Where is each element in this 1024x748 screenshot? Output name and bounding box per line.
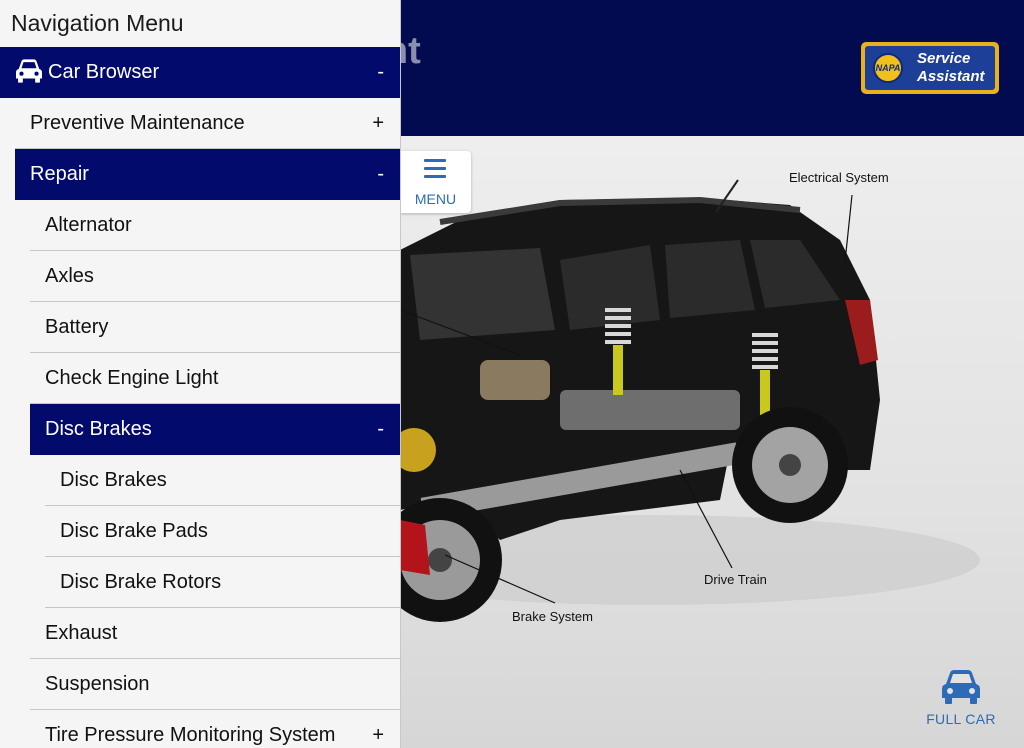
logo-line-2: Assistant	[917, 68, 985, 85]
nav-item-label: Disc Brakes	[45, 418, 152, 440]
nav-item-disc-brakes[interactable]: Disc Brakes -	[30, 404, 400, 455]
nav-item-car-browser[interactable]: Car Browser -	[0, 47, 400, 98]
expand-icon[interactable]: +	[372, 710, 384, 748]
nav-item-label: Tire Pressure Monitoring System	[45, 724, 336, 746]
nav-item-axles[interactable]: Axles	[30, 251, 400, 302]
nav-item-label: Disc Brakes	[60, 469, 167, 491]
nav-item-label: Disc Brake Pads	[60, 520, 208, 542]
collapse-icon[interactable]: -	[377, 404, 384, 454]
nav-item-label: Battery	[45, 316, 109, 338]
full-car-button[interactable]: FULL CAR	[920, 668, 1002, 730]
nav-item-preventive-maintenance[interactable]: Preventive Maintenance +	[15, 98, 400, 149]
collapse-icon[interactable]: -	[377, 47, 384, 97]
nav-item-disc-brake-pads[interactable]: Disc Brake Pads	[45, 506, 400, 557]
nav-item-suspension[interactable]: Suspension	[30, 659, 400, 710]
nav-item-alternator[interactable]: Alternator	[30, 200, 400, 251]
nav-item-disc-brakes-sub[interactable]: Disc Brakes	[45, 455, 400, 506]
nav-item-label: Alternator	[45, 214, 132, 236]
callout-brake-system[interactable]: Brake System	[512, 609, 593, 624]
nav-item-disc-brake-rotors[interactable]: Disc Brake Rotors	[45, 557, 400, 608]
menu-button-label: MENU	[414, 191, 457, 207]
menu-button[interactable]: MENU	[400, 151, 471, 213]
nav-item-label: Exhaust	[45, 622, 118, 644]
car-icon	[942, 670, 980, 704]
napa-service-assistant-logo: NAPA Service Assistant	[861, 42, 999, 94]
expand-icon[interactable]: +	[372, 98, 384, 148]
car-icon	[16, 59, 42, 83]
nav-title: Navigation Menu	[0, 0, 400, 47]
nav-item-label: Suspension	[45, 673, 150, 695]
napa-badge: NAPA	[873, 53, 903, 83]
logo-line-1: Service	[917, 50, 971, 67]
nav-item-label: Axles	[45, 265, 94, 287]
nav-item-label: Repair	[30, 163, 89, 185]
nav-item-label: Check Engine Light	[45, 367, 219, 389]
nav-item-repair[interactable]: Repair -	[15, 149, 400, 200]
navigation-drawer: Navigation Menu Car Browser - Preventive…	[0, 0, 401, 748]
callout-drive-train[interactable]: Drive Train	[704, 572, 767, 587]
nav-item-label: Disc Brake Rotors	[60, 571, 222, 593]
nav-item-label: Car Browser	[48, 61, 160, 83]
nav-item-check-engine-light[interactable]: Check Engine Light	[30, 353, 400, 404]
nav-item-battery[interactable]: Battery	[30, 302, 400, 353]
collapse-icon[interactable]: -	[377, 149, 384, 199]
hamburger-icon	[424, 159, 446, 183]
full-car-label: FULL CAR	[926, 711, 996, 727]
nav-item-exhaust[interactable]: Exhaust	[30, 608, 400, 659]
callout-electrical-system[interactable]: Electrical System	[789, 170, 889, 185]
nav-item-label: Preventive Maintenance	[30, 112, 245, 134]
nav-item-tire-pressure-monitoring-system[interactable]: Tire Pressure Monitoring System +	[30, 710, 400, 748]
